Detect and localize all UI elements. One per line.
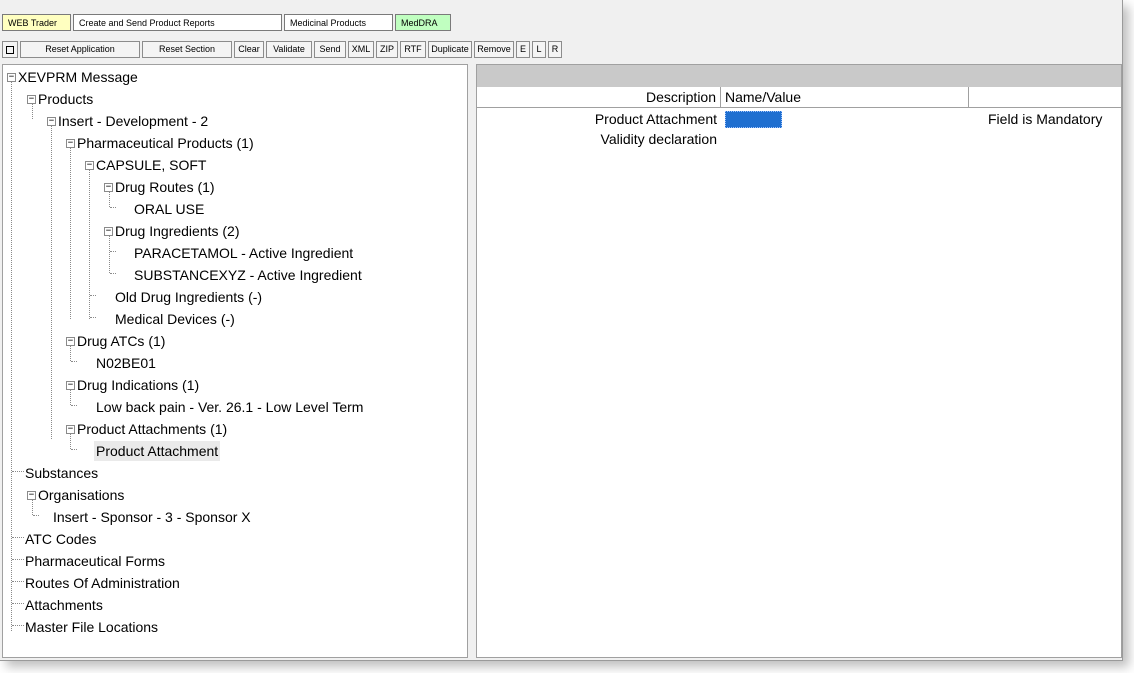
tree-node-drug-routes[interactable]: Drug Routes (1) [115, 177, 215, 197]
tree-node-drug-atcs[interactable]: Drug ATCs (1) [77, 331, 165, 351]
tree-node-old-drug-ingredients[interactable]: Old Drug Ingredients (-) [115, 287, 262, 307]
message-tree[interactable]: − − − − − − − − − − − XEVPRM Message Pro… [2, 64, 468, 658]
clear-button[interactable]: Clear [234, 41, 264, 58]
tree-node-products[interactable]: Products [38, 89, 93, 109]
xml-button[interactable]: XML [348, 41, 374, 58]
tree-node-low-back-pain[interactable]: Low back pain - Ver. 26.1 - Low Level Te… [96, 397, 363, 417]
collapse-icon[interactable]: − [104, 227, 113, 236]
tree-node-capsule-soft[interactable]: CAPSULE, SOFT [96, 155, 206, 175]
tree-node-product-attachment[interactable]: Product Attachment [94, 441, 221, 461]
tab-web-trader[interactable]: WEB Trader [2, 14, 71, 31]
tab-create-send-reports[interactable]: Create and Send Product Reports [73, 14, 282, 31]
tree-node-substances[interactable]: Substances [25, 463, 98, 483]
tree-node-drug-indications[interactable]: Drug Indications (1) [77, 375, 199, 395]
reset-section-button[interactable]: Reset Section [142, 41, 232, 58]
value-field[interactable] [725, 111, 782, 128]
collapse-icon[interactable]: − [66, 337, 75, 346]
collapse-icon[interactable]: − [85, 161, 94, 170]
validate-button[interactable]: Validate [266, 41, 312, 58]
tab-meddra[interactable]: MedDRA [395, 14, 451, 31]
tree-node-medical-devices[interactable]: Medical Devices (-) [115, 309, 235, 329]
column-header-name-value[interactable]: Name/Value [721, 87, 969, 108]
collapse-icon[interactable]: − [66, 425, 75, 434]
tree-node-drug-ingredients[interactable]: Drug Ingredients (2) [115, 221, 240, 241]
grid-header-bar [477, 65, 1121, 87]
remove-button[interactable]: Remove [474, 41, 514, 58]
row-description: Product Attachment [594, 111, 717, 127]
mandatory-note: Field is Mandatory [988, 111, 1103, 127]
send-button[interactable]: Send [314, 41, 346, 58]
tree-node-oral-use[interactable]: ORAL USE [134, 199, 204, 219]
l-button[interactable]: L [532, 41, 546, 58]
detail-grid: Description Name/Value Product Attachmen… [476, 64, 1122, 658]
reset-application-button[interactable]: Reset Application [20, 41, 140, 58]
toggle-button[interactable] [2, 41, 18, 58]
row-description: Validity declaration [600, 131, 717, 147]
collapse-icon[interactable]: − [47, 117, 56, 126]
tree-node-insert-development[interactable]: Insert - Development - 2 [58, 111, 208, 131]
app-window: WEB Trader Create and Send Product Repor… [0, 0, 1123, 661]
tab-medicinal-products[interactable]: Medicinal Products [284, 14, 393, 31]
collapse-icon[interactable]: − [66, 139, 75, 148]
e-button[interactable]: E [516, 41, 530, 58]
tree-node-organisations[interactable]: Organisations [38, 485, 124, 505]
collapse-icon[interactable]: − [66, 381, 75, 390]
tree-node-pharmaceutical-products[interactable]: Pharmaceutical Products (1) [77, 133, 254, 153]
tree-node-atc-codes[interactable]: ATC Codes [25, 529, 96, 549]
tree-node-xevprm-message[interactable]: XEVPRM Message [18, 67, 138, 87]
collapse-icon[interactable]: − [27, 95, 36, 104]
zip-button[interactable]: ZIP [376, 41, 398, 58]
collapse-icon[interactable]: − [27, 491, 36, 500]
tree-node-insert-sponsor[interactable]: Insert - Sponsor - 3 - Sponsor X [53, 507, 251, 527]
r-button[interactable]: R [548, 41, 562, 58]
square-icon [6, 46, 14, 54]
tree-node-substancexyz[interactable]: SUBSTANCEXYZ - Active Ingredient [134, 265, 362, 285]
tree-node-pharmaceutical-forms[interactable]: Pharmaceutical Forms [25, 551, 165, 571]
tree-node-paracetamol[interactable]: PARACETAMOL - Active Ingredient [134, 243, 353, 263]
tree-node-routes-of-administration[interactable]: Routes Of Administration [25, 573, 180, 593]
column-header-extra[interactable] [969, 87, 1121, 108]
tree-node-n02be01[interactable]: N02BE01 [96, 353, 156, 373]
collapse-icon[interactable]: − [7, 73, 16, 82]
tree-node-attachments[interactable]: Attachments [25, 595, 103, 615]
rtf-button[interactable]: RTF [400, 41, 426, 58]
tree-node-product-attachments[interactable]: Product Attachments (1) [77, 419, 227, 439]
collapse-icon[interactable]: − [104, 183, 113, 192]
duplicate-button[interactable]: Duplicate [428, 41, 472, 58]
column-header-description[interactable]: Description [477, 87, 721, 108]
panel-splitter[interactable] [468, 64, 476, 658]
tree-node-master-file-locations[interactable]: Master File Locations [25, 617, 158, 637]
